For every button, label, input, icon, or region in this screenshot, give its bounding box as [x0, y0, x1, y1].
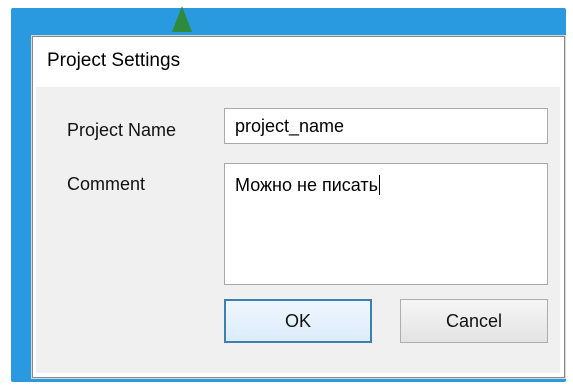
project-name-input[interactable]	[224, 108, 548, 144]
comment-label: Comment	[67, 174, 146, 194]
project-name-label: Project Name	[67, 120, 177, 140]
caret-icon	[379, 175, 380, 195]
ok-button[interactable]: OK	[224, 299, 372, 343]
comment-textarea[interactable]: Можно не писать	[224, 163, 548, 285]
project-settings-dialog: Project Settings Project Name Comment Мо…	[32, 36, 565, 378]
dialog-client-area: Project Name Comment Можно не писать OK …	[36, 87, 560, 373]
tree-icon	[172, 6, 192, 32]
screenshot: Project Settings Project Name Comment Мо…	[0, 0, 573, 388]
dialog-title: Project Settings	[47, 50, 181, 71]
cancel-button[interactable]: Cancel	[400, 299, 548, 343]
comment-text: Можно не писать	[235, 175, 378, 195]
